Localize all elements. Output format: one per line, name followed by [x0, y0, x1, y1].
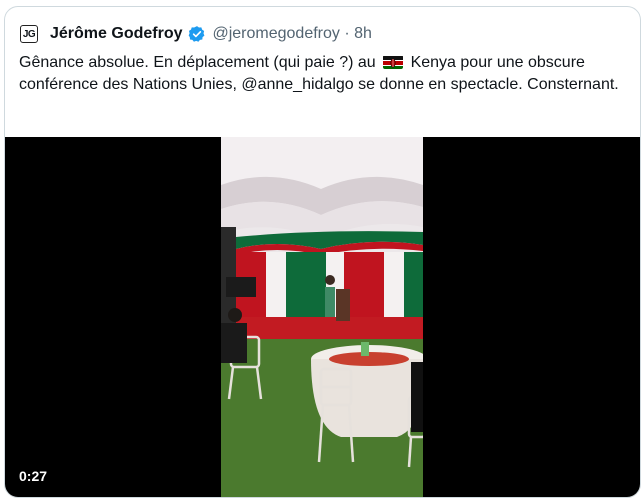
tweet-card[interactable]: JG Jérôme Godefroy @jeromegodefroy · 8h … — [4, 6, 641, 498]
author-name[interactable]: Jérôme Godefroy — [50, 25, 182, 43]
video-thumbnail — [221, 137, 423, 497]
tweet-text: Gênance absolue. En déplacement (qui pai… — [19, 52, 627, 96]
avatar[interactable]: JG — [20, 25, 38, 43]
tweet-header: JG Jérôme Godefroy @jeromegodefroy · 8h — [20, 23, 372, 45]
video-duration: 0:27 — [19, 468, 48, 484]
kenya-flag-icon — [383, 55, 404, 69]
handle-and-timestamp[interactable]: @jeromegodefroy · 8h — [212, 25, 371, 43]
video-frame[interactable] — [221, 137, 423, 497]
verified-badge-icon — [188, 25, 206, 43]
video-player[interactable]: 0:27 — [5, 137, 640, 497]
tweet-text-part1: Gênance absolue. En déplacement (qui pai… — [19, 54, 381, 71]
